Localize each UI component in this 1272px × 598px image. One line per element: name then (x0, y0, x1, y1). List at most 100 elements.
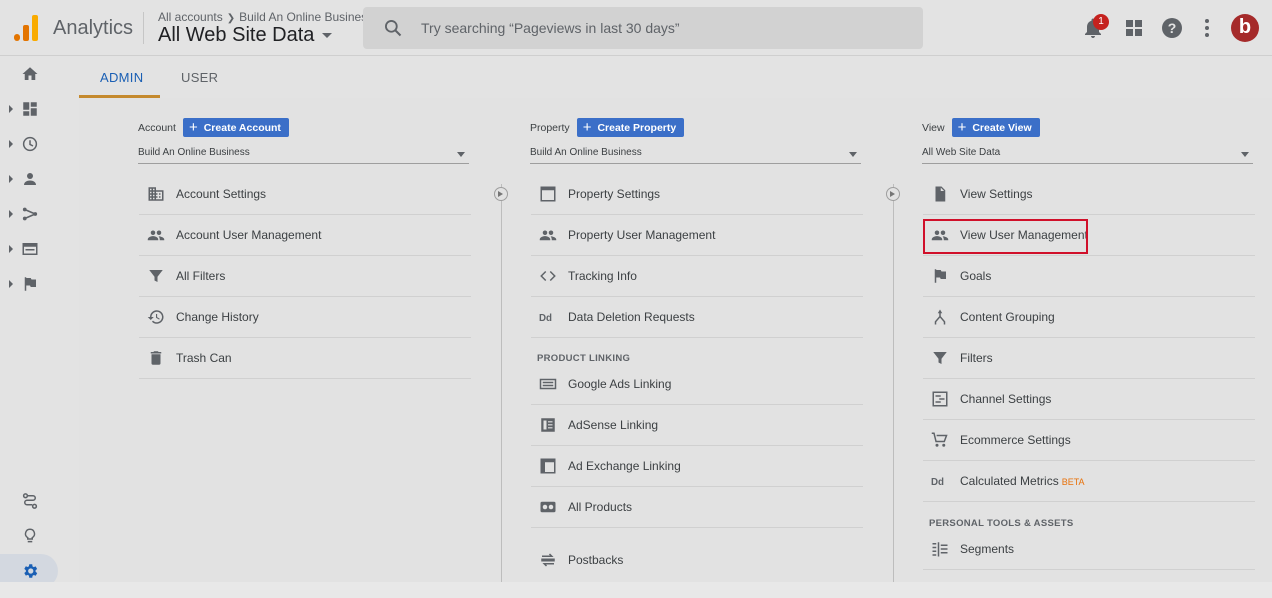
view-settings-item[interactable]: View Settings (923, 174, 1255, 215)
property-settings-item[interactable]: Property Settings (531, 174, 863, 215)
product-linking-heading: PRODUCT LINKING (537, 353, 631, 364)
ecommerce-settings-item[interactable]: Ecommerce Settings (923, 420, 1255, 461)
breadcrumb-root[interactable]: All accounts (158, 10, 223, 24)
change-history-item[interactable]: Change History (139, 297, 471, 338)
ads-icon (539, 378, 557, 390)
segments-label: Segments (960, 542, 1015, 556)
column-divider (893, 184, 894, 582)
breadcrumb-separator-icon: ❯ (226, 13, 236, 24)
app-title[interactable]: Analytics (53, 17, 133, 40)
view-column-header: View + Create View (922, 118, 1040, 137)
content-grouping-item[interactable]: Content Grouping (923, 297, 1255, 338)
breadcrumb[interactable]: All accounts ❯ Build An Online Business (158, 10, 373, 24)
analytics-logo-icon[interactable] (14, 15, 38, 41)
behavior-icon (22, 243, 38, 255)
dd-icon: Dd (931, 477, 944, 488)
create-account-label: Create Account (203, 121, 281, 134)
account-user-management-label: Account User Management (176, 228, 322, 242)
trash-can-item[interactable]: Trash Can (139, 338, 471, 379)
view-dropdown[interactable]: All Web Site Data (922, 144, 1253, 164)
filters-item[interactable]: Filters (923, 338, 1255, 379)
tracking-info-label: Tracking Info (568, 269, 637, 283)
ad-exchange-linking-label: Ad Exchange Linking (568, 459, 681, 473)
adsense-icon (541, 418, 555, 432)
expand-arrow-icon (9, 175, 13, 183)
expand-arrow-icon (9, 105, 13, 113)
tab-user[interactable]: USER (181, 70, 218, 85)
column-divider (501, 184, 502, 582)
nav-audience[interactable] (0, 162, 60, 196)
attribution-icon (22, 493, 38, 509)
tracking-info-item[interactable]: Tracking Info (531, 256, 863, 297)
highlight-box (923, 219, 1088, 254)
create-account-button[interactable]: + Create Account (182, 118, 289, 137)
settings-window-icon (540, 186, 556, 202)
all-products-item[interactable]: All Products (531, 487, 863, 528)
tab-admin[interactable]: ADMIN (100, 70, 143, 85)
property-dropdown[interactable]: Build An Online Business (530, 144, 861, 164)
account-dropdown[interactable]: Build An Online Business (138, 144, 469, 164)
account-user-management-item[interactable]: Account User Management (139, 215, 471, 256)
property-settings-label: Property Settings (568, 187, 661, 201)
all-filters-item[interactable]: All Filters (139, 256, 471, 297)
realtime-icon (22, 136, 38, 152)
create-view-button[interactable]: + Create View (951, 118, 1040, 137)
plus-icon: + (188, 119, 198, 136)
header-divider (143, 12, 144, 44)
all-filters-label: All Filters (176, 269, 226, 283)
create-view-label: Create View (972, 121, 1032, 134)
account-label: Account (138, 121, 176, 134)
account-settings-item[interactable]: Account Settings (139, 174, 471, 215)
more-vert-icon[interactable] (1195, 16, 1219, 40)
building-icon (148, 187, 164, 201)
document-icon (935, 186, 946, 202)
filter-icon (149, 270, 163, 282)
calculated-metrics-item[interactable]: Dd Calculated Metrics BETA (923, 461, 1255, 502)
search-icon (385, 20, 402, 37)
nav-home[interactable] (0, 57, 60, 91)
segments-item[interactable]: Segments (923, 529, 1255, 570)
left-sidebar (0, 56, 79, 598)
caret-down-icon (322, 33, 333, 39)
expand-arrow-icon (9, 245, 13, 253)
search-bar[interactable] (363, 7, 923, 49)
conversions-icon (24, 277, 36, 291)
help-icon[interactable]: ? (1160, 16, 1184, 40)
goals-item[interactable]: Goals (923, 256, 1255, 297)
dd-icon: Dd (539, 313, 552, 324)
code-icon (540, 270, 556, 282)
ad-exchange-linking-item[interactable]: Ad Exchange Linking (531, 446, 863, 487)
data-deletion-requests-item[interactable]: Dd Data Deletion Requests (531, 297, 863, 338)
property-user-management-item[interactable]: Property User Management (531, 215, 863, 256)
avatar[interactable]: b (1231, 14, 1259, 42)
nav-conversions[interactable] (0, 267, 60, 301)
all-products-label: All Products (568, 500, 633, 514)
personal-tools-heading: PERSONAL TOOLS & ASSETS (929, 518, 1074, 529)
svg-text:?: ? (1168, 20, 1177, 36)
google-ads-linking-item[interactable]: Google Ads Linking (531, 364, 863, 405)
channel-settings-item[interactable]: Channel Settings (923, 379, 1255, 420)
cart-icon (931, 432, 948, 447)
nav-behavior[interactable] (0, 232, 60, 266)
adsense-linking-item[interactable]: AdSense Linking (531, 405, 863, 446)
apps-grid-icon[interactable] (1122, 16, 1146, 40)
people-icon (147, 230, 165, 241)
nav-discover[interactable] (0, 519, 60, 553)
nav-attribution[interactable] (0, 484, 60, 518)
footer-strip (0, 582, 1272, 598)
postbacks-item[interactable]: Postbacks (531, 540, 863, 581)
filters-label: Filters (960, 351, 993, 365)
property-user-management-label: Property User Management (568, 228, 716, 242)
calculated-metrics-label: Calculated Metrics BETA (960, 474, 1085, 488)
create-property-label: Create Property (597, 121, 677, 134)
nav-customization[interactable] (0, 92, 60, 126)
breadcrumb-account[interactable]: Build An Online Business (239, 10, 373, 24)
plus-icon: + (582, 119, 592, 136)
nav-acquisition[interactable] (0, 197, 60, 231)
view-selector[interactable]: All Web Site Data (158, 24, 333, 47)
nav-realtime[interactable] (0, 127, 60, 161)
search-input[interactable] (421, 18, 901, 38)
create-property-button[interactable]: + Create Property (576, 118, 685, 137)
content-grouping-label: Content Grouping (960, 310, 1055, 324)
property-column-header: Property + Create Property (530, 118, 685, 137)
